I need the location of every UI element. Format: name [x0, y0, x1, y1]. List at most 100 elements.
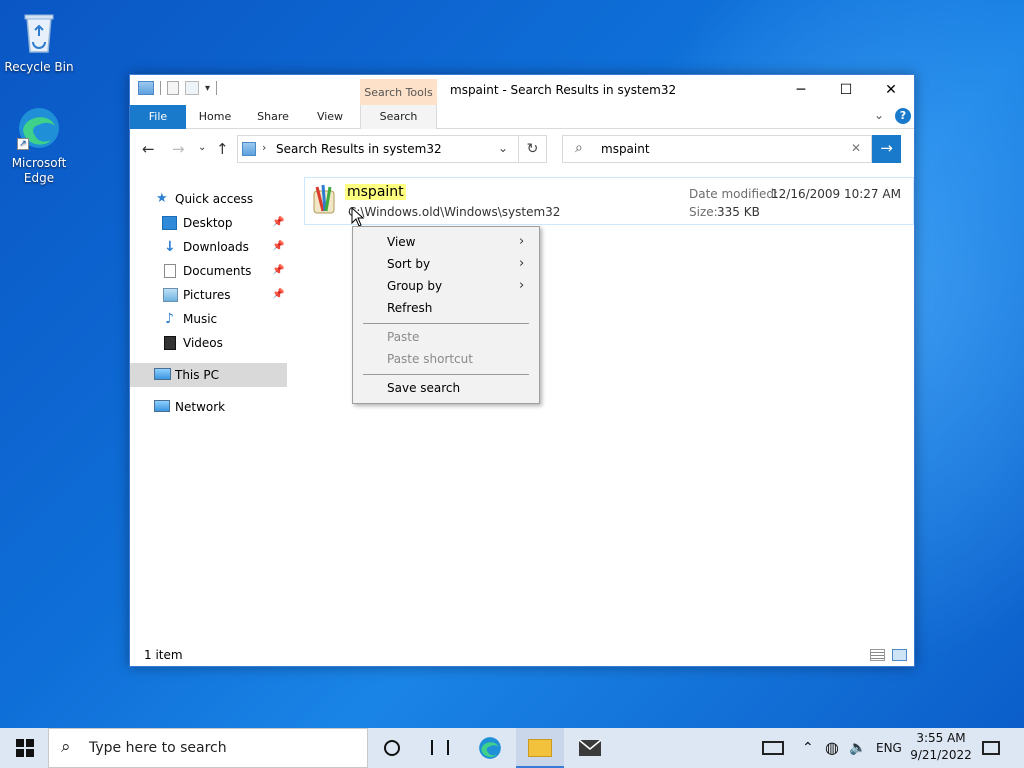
menu-item-group-by[interactable]: Group by ›	[353, 275, 539, 297]
sidebar-item-desktop[interactable]: Desktop 📌	[130, 211, 287, 235]
sidebar-label: This PC	[175, 368, 219, 382]
clock-time: 3:55 AM	[916, 731, 966, 745]
task-view-button[interactable]	[416, 728, 464, 768]
videos-icon	[164, 336, 176, 350]
pin-icon: 📌	[272, 241, 285, 252]
taskbar-mail-button[interactable]	[566, 728, 614, 768]
menu-item-refresh[interactable]: Refresh	[353, 297, 539, 319]
submenu-arrow-icon: ›	[519, 256, 525, 271]
volume-muted-icon[interactable]: 🔈	[849, 728, 866, 768]
folder-icon	[138, 81, 154, 95]
clock[interactable]: 3:55 AM 9/21/2022	[906, 730, 976, 764]
edge-icon	[479, 737, 501, 759]
sidebar-item-music[interactable]: ♪ Music	[130, 307, 287, 331]
language-indicator[interactable]: ENG	[876, 728, 902, 768]
tab-view[interactable]: View	[306, 105, 354, 129]
breadcrumb-chevron-icon[interactable]: ›	[262, 141, 266, 154]
menu-item-label: Paste	[387, 330, 420, 344]
maximize-button[interactable]: ☐	[823, 75, 869, 105]
sidebar-label: Pictures	[183, 288, 231, 302]
refresh-button[interactable]: ↻	[519, 135, 547, 163]
menu-item-label: Paste shortcut	[387, 352, 473, 366]
cortana-button[interactable]	[368, 728, 416, 768]
edge-desktop-icon[interactable]: ↗ Microsoft Edge	[1, 104, 77, 186]
date-modified-label: Date modified:	[689, 187, 779, 201]
music-note-icon: ♪	[165, 311, 174, 327]
menu-item-label: Save search	[387, 381, 461, 395]
search-results-folder-icon	[242, 142, 256, 156]
address-text[interactable]: Search Results in system32	[276, 142, 442, 156]
minimize-button[interactable]: ─	[778, 75, 824, 105]
taskbar-search-placeholder: Type here to search	[89, 740, 227, 756]
result-name: mspaint	[345, 184, 406, 200]
address-bar[interactable]: › Search Results in system32 ⌄	[237, 135, 519, 163]
title-bar[interactable]: ▾ Search Tools mspaint - Search Results …	[130, 75, 914, 105]
menu-item-sort-by[interactable]: Sort by ›	[353, 253, 539, 275]
context-menu: View › Sort by › Group by › Refresh Past…	[352, 226, 540, 404]
notifications-button[interactable]	[982, 728, 1002, 768]
taskbar-edge-button[interactable]	[466, 728, 514, 768]
menu-item-paste-shortcut[interactable]: Paste shortcut	[353, 348, 539, 370]
tab-search[interactable]: Search	[360, 105, 437, 129]
navigation-bar: ← → ⌄ ↑ › Search Results in system32 ⌄ ↻…	[130, 130, 914, 170]
separator	[160, 81, 161, 95]
taskbar-search-box[interactable]: ⌕ Type here to search	[48, 728, 368, 768]
mouse-cursor-icon	[351, 206, 365, 227]
menu-item-label: Sort by	[387, 257, 431, 271]
properties-icon[interactable]	[167, 81, 179, 95]
task-view-icon	[431, 740, 449, 755]
sidebar-item-documents[interactable]: Documents 📌	[130, 259, 287, 283]
news-widget-icon[interactable]	[762, 728, 788, 768]
menu-item-save-search[interactable]: Save search	[353, 377, 539, 399]
date-modified-value: 12/16/2009 10:27 AM	[771, 187, 901, 201]
windows-logo-icon	[16, 739, 34, 757]
customize-qat-icon[interactable]: ▾	[205, 83, 210, 94]
tab-share[interactable]: Share	[248, 105, 298, 129]
sidebar-item-pictures[interactable]: Pictures 📌	[130, 283, 287, 307]
new-folder-icon[interactable]	[185, 81, 199, 95]
recycle-bin-desktop-icon[interactable]: Recycle Bin	[1, 8, 77, 75]
result-path: C:\Windows.old\Windows\system32	[348, 205, 561, 219]
sidebar-item-this-pc[interactable]: This PC	[130, 363, 287, 387]
large-icons-view-icon[interactable]	[892, 649, 907, 661]
menu-item-label: Group by	[387, 279, 443, 293]
show-hidden-icons-button[interactable]: ⌃	[802, 728, 814, 768]
search-go-button[interactable]: →	[872, 135, 901, 163]
quick-access-toolbar: ▾	[138, 81, 218, 95]
size-value: 335 KB	[717, 205, 760, 219]
clock-date: 9/21/2022	[910, 748, 972, 762]
sidebar-item-videos[interactable]: Videos	[130, 331, 287, 355]
sidebar-item-downloads[interactable]: ↓ Downloads 📌	[130, 235, 287, 259]
tab-file[interactable]: File	[130, 105, 186, 129]
search-query-text[interactable]: mspaint	[601, 142, 650, 156]
forward-button[interactable]: →	[172, 140, 185, 158]
sidebar-label: Documents	[183, 264, 252, 278]
tab-home[interactable]: Home	[190, 105, 240, 129]
help-icon[interactable]: ?	[895, 108, 911, 124]
clear-search-icon[interactable]: ✕	[851, 141, 861, 155]
search-input[interactable]: ⌕ mspaint ✕	[562, 135, 872, 163]
close-button[interactable]: ✕	[868, 75, 914, 105]
network-globe-icon[interactable]: ◍	[825, 728, 839, 768]
search-tools-context-label: Search Tools	[360, 79, 437, 105]
paint-app-icon	[311, 183, 337, 215]
menu-item-view[interactable]: View ›	[353, 231, 539, 253]
menu-item-paste[interactable]: Paste	[353, 326, 539, 348]
pin-icon: 📌	[272, 217, 285, 228]
details-view-icon[interactable]	[870, 649, 885, 661]
up-button[interactable]: ↑	[216, 140, 229, 158]
desktop-folder-icon	[162, 216, 177, 230]
taskbar-file-explorer-button[interactable]	[516, 728, 564, 768]
back-button[interactable]: ←	[142, 140, 155, 158]
address-dropdown-icon[interactable]: ⌄	[498, 141, 508, 155]
sidebar-item-quick-access[interactable]: ★ Quick access	[130, 187, 287, 211]
pictures-icon	[163, 288, 178, 302]
start-button[interactable]	[0, 728, 48, 768]
navigation-pane: ★ Quick access Desktop 📌 ↓ Downloads 📌 D…	[130, 175, 287, 635]
sidebar-item-network[interactable]: Network	[130, 395, 287, 419]
recent-locations-button[interactable]: ⌄	[198, 142, 206, 153]
expand-ribbon-icon[interactable]: ⌄	[874, 108, 884, 122]
recycle-bin-label: Recycle Bin	[4, 60, 74, 74]
search-result-item[interactable]: mspaint C:\Windows.old\Windows\system32 …	[304, 177, 914, 225]
shortcut-arrow-icon: ↗	[17, 138, 29, 150]
